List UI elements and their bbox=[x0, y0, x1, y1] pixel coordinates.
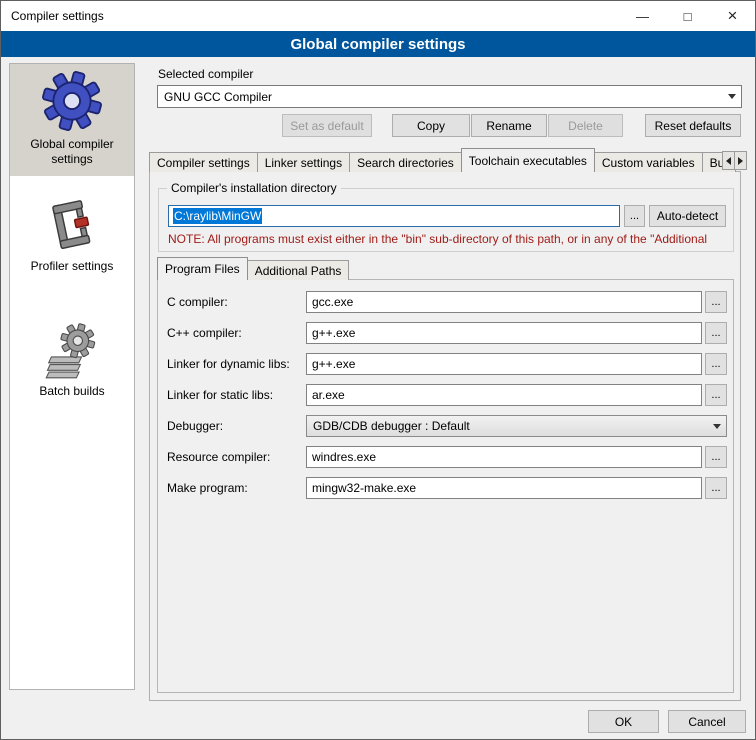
copy-button[interactable]: Copy bbox=[392, 114, 470, 137]
resource-compiler-input[interactable] bbox=[306, 446, 702, 468]
close-button[interactable]: × bbox=[710, 1, 755, 31]
make-program-label: Make program: bbox=[167, 481, 248, 495]
cpp-compiler-browse-button[interactable]: ... bbox=[705, 322, 727, 344]
field-row-resource-compiler: Resource compiler: ... bbox=[1, 446, 756, 469]
installation-directory-group: Compiler's installation directory C:\ray… bbox=[158, 188, 734, 252]
reset-defaults-button[interactable]: Reset defaults bbox=[645, 114, 741, 137]
chevron-down-icon bbox=[722, 86, 741, 107]
resource-compiler-browse-button[interactable]: ... bbox=[705, 446, 727, 468]
tab-custom-variables[interactable]: Custom variables bbox=[594, 152, 703, 172]
make-program-browse-button[interactable]: ... bbox=[705, 477, 727, 499]
window-title: Compiler settings bbox=[1, 9, 104, 23]
tab-compiler-settings[interactable]: Compiler settings bbox=[149, 152, 258, 172]
installation-directory-value: C:\raylib\MinGW bbox=[173, 208, 262, 224]
sidebar-item-label: Global compiler settings bbox=[13, 137, 131, 167]
sidebar-item-global-compiler-settings[interactable]: Global compiler settings bbox=[10, 64, 134, 176]
linker-dynamic-label: Linker for dynamic libs: bbox=[167, 357, 290, 371]
tab-scroll-right-icon bbox=[738, 157, 743, 165]
maximize-button[interactable]: □ bbox=[665, 1, 710, 31]
sidebar: Global compiler settings Profiler settin… bbox=[9, 63, 135, 690]
selected-compiler-value: GNU GCC Compiler bbox=[158, 90, 722, 104]
cpp-compiler-label: C++ compiler: bbox=[167, 326, 242, 340]
ok-button[interactable]: OK bbox=[588, 710, 659, 733]
cancel-button[interactable]: Cancel bbox=[668, 710, 746, 733]
subtab-additional-paths[interactable]: Additional Paths bbox=[247, 260, 350, 280]
program-files-tab-bar: Program Files Additional Paths bbox=[157, 257, 348, 280]
field-row-make-program: Make program: ... bbox=[1, 477, 756, 500]
tab-scroll-left-icon bbox=[726, 157, 731, 165]
tab-search-directories[interactable]: Search directories bbox=[349, 152, 462, 172]
minimize-button[interactable]: — bbox=[620, 1, 665, 31]
tab-toolchain-executables[interactable]: Toolchain executables bbox=[461, 148, 595, 172]
banner-title: Global compiler settings bbox=[1, 31, 755, 57]
tab-scroll-buttons bbox=[722, 151, 746, 170]
field-row-linker-dynamic: Linker for dynamic libs: ... bbox=[1, 353, 756, 376]
selected-compiler-dropdown[interactable]: GNU GCC Compiler bbox=[157, 85, 742, 108]
field-row-c-compiler: C compiler: ... bbox=[1, 291, 756, 314]
linker-dynamic-browse-button[interactable]: ... bbox=[705, 353, 727, 375]
subtab-program-files[interactable]: Program Files bbox=[157, 257, 248, 280]
chevron-down-icon bbox=[707, 416, 726, 436]
settings-tab-bar: Compiler settings Linker settings Search… bbox=[149, 148, 735, 172]
selected-compiler-label: Selected compiler bbox=[158, 67, 253, 81]
profiler-tool-icon bbox=[43, 196, 101, 254]
installation-directory-input[interactable]: C:\raylib\MinGW bbox=[168, 205, 620, 227]
debugger-dropdown[interactable]: GDB/CDB debugger : Default bbox=[306, 415, 727, 437]
c-compiler-browse-button[interactable]: ... bbox=[705, 291, 727, 313]
resource-compiler-label: Resource compiler: bbox=[167, 450, 270, 464]
window-controls: — □ × bbox=[620, 1, 755, 31]
field-row-linker-static: Linker for static libs: ... bbox=[1, 384, 756, 407]
linker-dynamic-input[interactable] bbox=[306, 353, 702, 375]
tab-linker-settings[interactable]: Linker settings bbox=[257, 152, 350, 172]
field-row-cpp-compiler: C++ compiler: ... bbox=[1, 322, 756, 345]
linker-static-browse-button[interactable]: ... bbox=[705, 384, 727, 406]
make-program-input[interactable] bbox=[306, 477, 702, 499]
sidebar-item-profiler-settings[interactable]: Profiler settings bbox=[10, 190, 134, 283]
gear-blue-icon bbox=[41, 70, 103, 132]
linker-static-label: Linker for static libs: bbox=[167, 388, 273, 402]
auto-detect-button[interactable]: Auto-detect bbox=[649, 205, 726, 227]
rename-button[interactable]: Rename bbox=[471, 114, 547, 137]
tab-scroll-right-button[interactable] bbox=[734, 151, 747, 170]
installation-directory-group-title: Compiler's installation directory bbox=[167, 181, 341, 195]
compiler-settings-dialog: Compiler settings — □ × Global compiler … bbox=[0, 0, 756, 740]
c-compiler-label: C compiler: bbox=[167, 295, 228, 309]
field-row-debugger: Debugger: GDB/CDB debugger : Default bbox=[1, 415, 756, 438]
cpp-compiler-input[interactable] bbox=[306, 322, 702, 344]
delete-button: Delete bbox=[548, 114, 623, 137]
sidebar-item-label: Profiler settings bbox=[31, 259, 114, 274]
debugger-label: Debugger: bbox=[167, 419, 223, 433]
installation-directory-browse-button[interactable]: ... bbox=[624, 205, 645, 227]
note-text: NOTE: All programs must exist either in … bbox=[168, 232, 732, 246]
c-compiler-input[interactable] bbox=[306, 291, 702, 313]
set-as-default-button: Set as default bbox=[282, 114, 372, 137]
linker-static-input[interactable] bbox=[306, 384, 702, 406]
titlebar: Compiler settings — □ × bbox=[1, 1, 755, 31]
debugger-value: GDB/CDB debugger : Default bbox=[307, 419, 707, 433]
